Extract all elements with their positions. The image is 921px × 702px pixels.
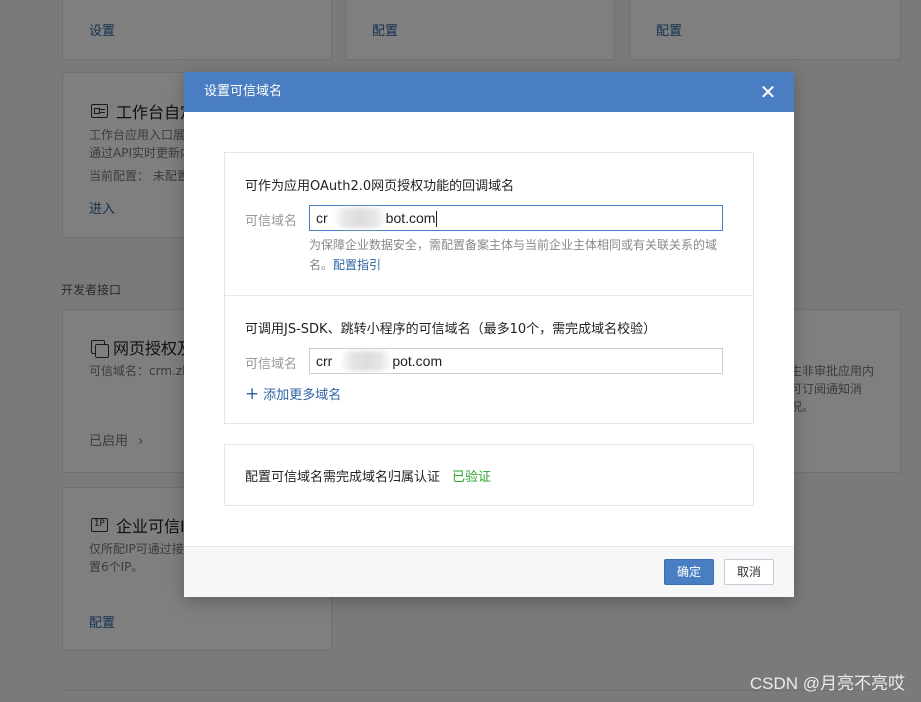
redaction-blur (334, 208, 386, 228)
text-caret (436, 211, 438, 228)
domain-config-box: 可作为应用OAuth2.0网页授权功能的回调域名 可信域名 cr bot.com … (224, 152, 754, 424)
dialog-header: 设置可信域名 ✕ (184, 72, 794, 112)
plus-icon: + (245, 383, 260, 404)
oauth-domain-section: 可作为应用OAuth2.0网页授权功能的回调域名 可信域名 cr bot.com … (225, 153, 753, 296)
close-icon[interactable]: ✕ (758, 82, 778, 102)
jssdk-domain-prefix: crr (316, 353, 333, 369)
confirm-button[interactable]: 确定 (664, 559, 714, 585)
jssdk-section-title: 可调用JS-SDK、跳转小程序的可信域名（最多10个，需完成域名校验） (245, 322, 657, 337)
jssdk-domain-input[interactable]: crr pot.com (309, 348, 723, 374)
oauth-domain-suffix: bot.com (385, 210, 436, 226)
dialog-title: 设置可信域名 (204, 84, 283, 99)
verification-box: 配置可信域名需完成域名归属认证 已验证 (224, 444, 754, 506)
oauth-field-label: 可信域名 (245, 214, 298, 229)
dialog-footer: 确定 取消 (184, 546, 794, 597)
oauth-section-title: 可作为应用OAuth2.0网页授权功能的回调域名 (245, 179, 515, 194)
cancel-button[interactable]: 取消 (724, 559, 774, 585)
jssdk-domain-section: 可调用JS-SDK、跳转小程序的可信域名（最多10个，需完成域名校验） 可信域名… (225, 296, 753, 423)
trusted-domain-dialog: 设置可信域名 ✕ 可作为应用OAuth2.0网页授权功能的回调域名 可信域名 c… (184, 72, 794, 597)
verification-row: 配置可信域名需完成域名归属认证 已验证 (245, 466, 491, 485)
config-guide-link[interactable]: 配置指引 (333, 258, 381, 272)
verification-text: 配置可信域名需完成域名归属认证 (245, 470, 441, 485)
jssdk-domain-suffix: pot.com (392, 353, 443, 369)
jssdk-field-label: 可信域名 (245, 357, 298, 372)
oauth-domain-prefix: cr (316, 210, 328, 226)
add-more-label: 添加更多域名 (263, 388, 342, 403)
verified-status: 已验证 (452, 470, 492, 485)
redaction-blur (340, 351, 392, 371)
watermark: CSDN @月亮不亮哎 (749, 674, 905, 693)
add-more-domains-button[interactable]: + 添加更多域名 (245, 384, 341, 403)
oauth-domain-input[interactable]: cr bot.com (309, 205, 723, 231)
oauth-hint: 为保障企业数据安全，需配置备案主体与当前企业主体相同或有关联关系的域名。配置指引 (309, 235, 739, 275)
